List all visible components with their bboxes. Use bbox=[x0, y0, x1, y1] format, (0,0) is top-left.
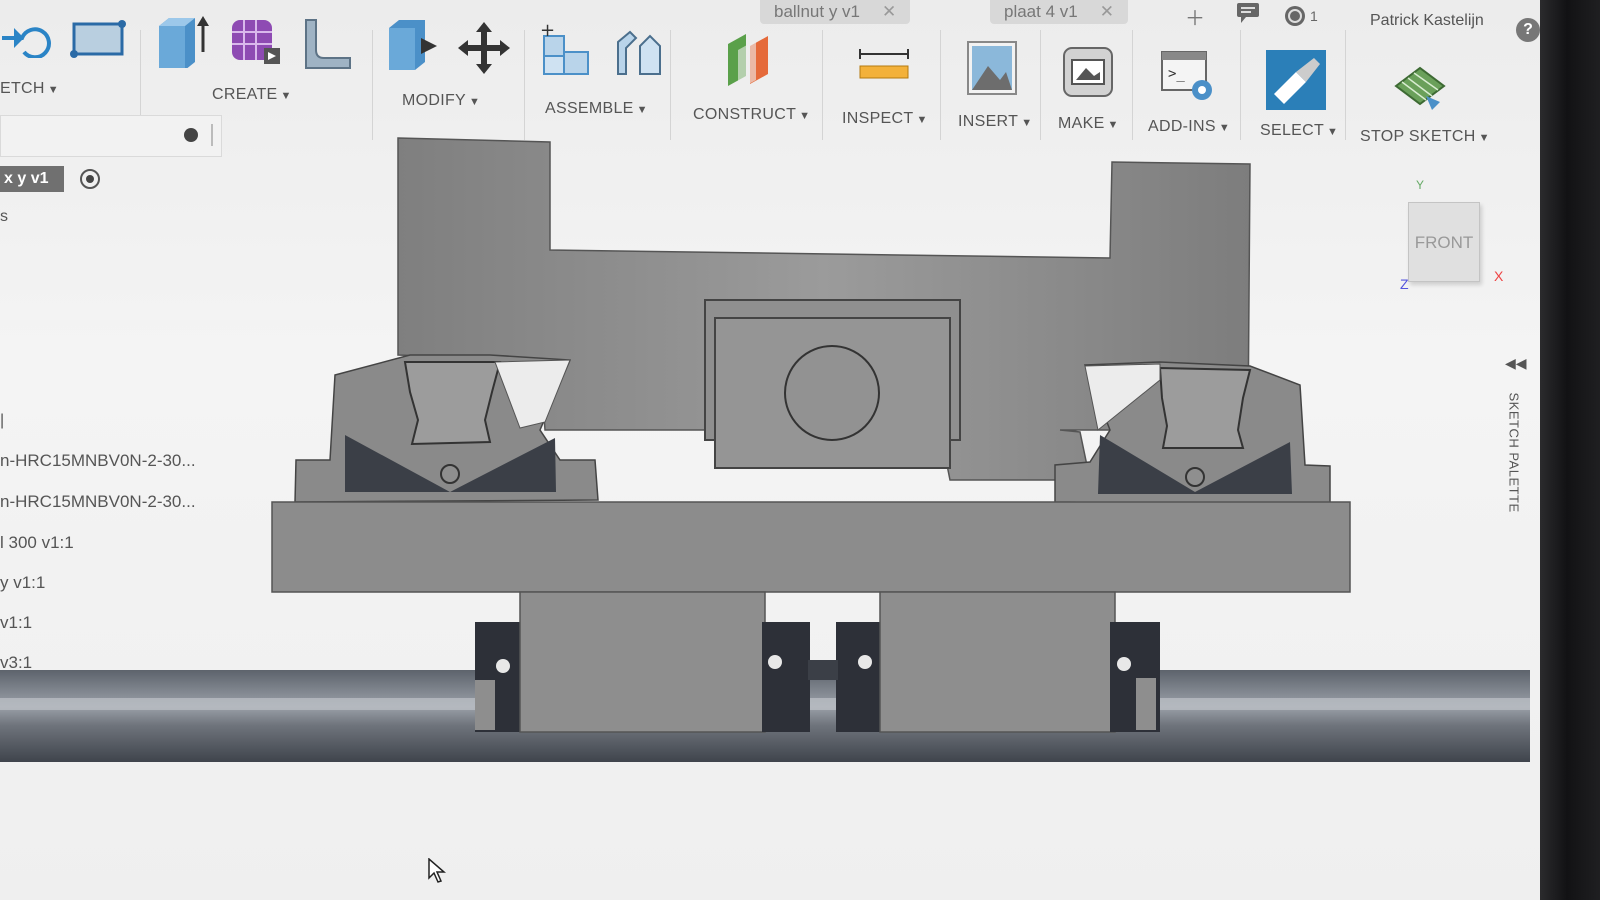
expand-palette-icon[interactable]: ◀◀ bbox=[1505, 355, 1527, 372]
svg-text:+: + bbox=[540, 22, 555, 41]
select-icon[interactable] bbox=[1266, 50, 1326, 115]
construct-plane-icon[interactable] bbox=[724, 30, 780, 91]
inspect-menu[interactable]: INSPECT ▼ bbox=[842, 110, 928, 128]
construct-menu[interactable]: CONSTRUCT ▼ bbox=[693, 106, 810, 124]
browser-search-bar[interactable] bbox=[0, 115, 222, 157]
svg-text:>_: >_ bbox=[1168, 66, 1185, 82]
make-3dprint-icon[interactable] bbox=[1062, 46, 1114, 103]
browser-node[interactable]: s bbox=[0, 208, 8, 226]
rail-block-left[interactable] bbox=[475, 591, 810, 733]
mesh-icon[interactable] bbox=[228, 14, 284, 75]
separator bbox=[1240, 30, 1241, 140]
press-pull-icon[interactable] bbox=[385, 16, 441, 77]
separator bbox=[670, 30, 671, 140]
move-icon[interactable] bbox=[458, 22, 510, 79]
separator bbox=[940, 30, 941, 140]
browser-root-node[interactable]: x y v1 bbox=[0, 166, 65, 192]
activate-component-radio[interactable] bbox=[80, 169, 100, 189]
axis-y-label: Y bbox=[1416, 178, 1425, 192]
viewcube-front-face[interactable]: FRONT bbox=[1408, 202, 1480, 282]
rectangle-icon[interactable] bbox=[70, 20, 126, 63]
rail-block-right[interactable] bbox=[836, 591, 1160, 733]
extrude-icon[interactable] bbox=[155, 12, 211, 73]
collapse-browser-icon[interactable] bbox=[184, 128, 198, 142]
insert-menu[interactable]: INSERT ▼ bbox=[958, 113, 1032, 131]
axis-x-label: X bbox=[1494, 268, 1504, 284]
linear-carriage-right[interactable] bbox=[1054, 361, 1331, 506]
viewcube[interactable]: FRONT bbox=[1400, 200, 1480, 285]
toolbar: ETCH ▼ CREATE ▼ MODIFY ▼ + ASSEMBLE ▼ CO… bbox=[0, 0, 1540, 150]
monitor-bezel bbox=[1540, 0, 1600, 900]
browser-item[interactable]: n-HRC15MNBV0N-2-30... bbox=[0, 451, 196, 471]
browser-item[interactable]: l 300 v1:1 bbox=[0, 533, 74, 553]
base-plate[interactable] bbox=[271, 501, 1351, 593]
separator bbox=[372, 30, 373, 140]
joint-icon[interactable] bbox=[610, 26, 666, 83]
browser-divider: | bbox=[0, 412, 5, 429]
separator bbox=[1040, 30, 1041, 140]
fillet-icon[interactable] bbox=[300, 14, 356, 75]
separator bbox=[524, 30, 525, 140]
ballscrew-hole[interactable] bbox=[784, 345, 880, 441]
stop-sketch-icon[interactable] bbox=[1392, 60, 1448, 117]
browser-item[interactable]: n-HRC15MNBV0N-2-30... bbox=[0, 492, 196, 512]
modify-menu[interactable]: MODIFY ▼ bbox=[402, 92, 480, 110]
insert-image-icon[interactable] bbox=[966, 40, 1018, 101]
browser-item[interactable]: y v1:1 bbox=[0, 573, 45, 593]
assemble-menu[interactable]: ASSEMBLE ▼ bbox=[545, 100, 648, 118]
browser-item[interactable]: v3:1 bbox=[0, 653, 32, 673]
panel-divider bbox=[211, 124, 213, 146]
separator bbox=[822, 30, 823, 140]
separator bbox=[1345, 30, 1346, 140]
mouse-cursor-icon bbox=[428, 857, 448, 889]
new-component-icon[interactable]: + bbox=[538, 20, 594, 83]
measure-icon[interactable] bbox=[858, 48, 910, 87]
fusion360-window: ballnut y v1 ✕ plaat 4 v1 ✕ ＋ 1 Patrick Ka… bbox=[0, 0, 1540, 900]
sketch-palette-label: SKETCH PALETTE bbox=[1506, 392, 1522, 513]
scripts-icon[interactable]: >_ bbox=[1160, 50, 1216, 107]
separator bbox=[1132, 30, 1133, 140]
undo-icon[interactable] bbox=[0, 18, 52, 63]
sketch-group-label[interactable]: ETCH ▼ bbox=[0, 80, 59, 98]
browser-item[interactable]: v1:1 bbox=[0, 613, 32, 633]
axis-z-label: Z bbox=[1400, 276, 1409, 292]
rail-center-gap bbox=[808, 660, 838, 680]
design-canvas[interactable] bbox=[0, 130, 1540, 790]
create-menu[interactable]: CREATE ▼ bbox=[212, 86, 292, 104]
sketch-palette-panel[interactable]: ◀◀ SKETCH PALETTE bbox=[1502, 355, 1527, 605]
